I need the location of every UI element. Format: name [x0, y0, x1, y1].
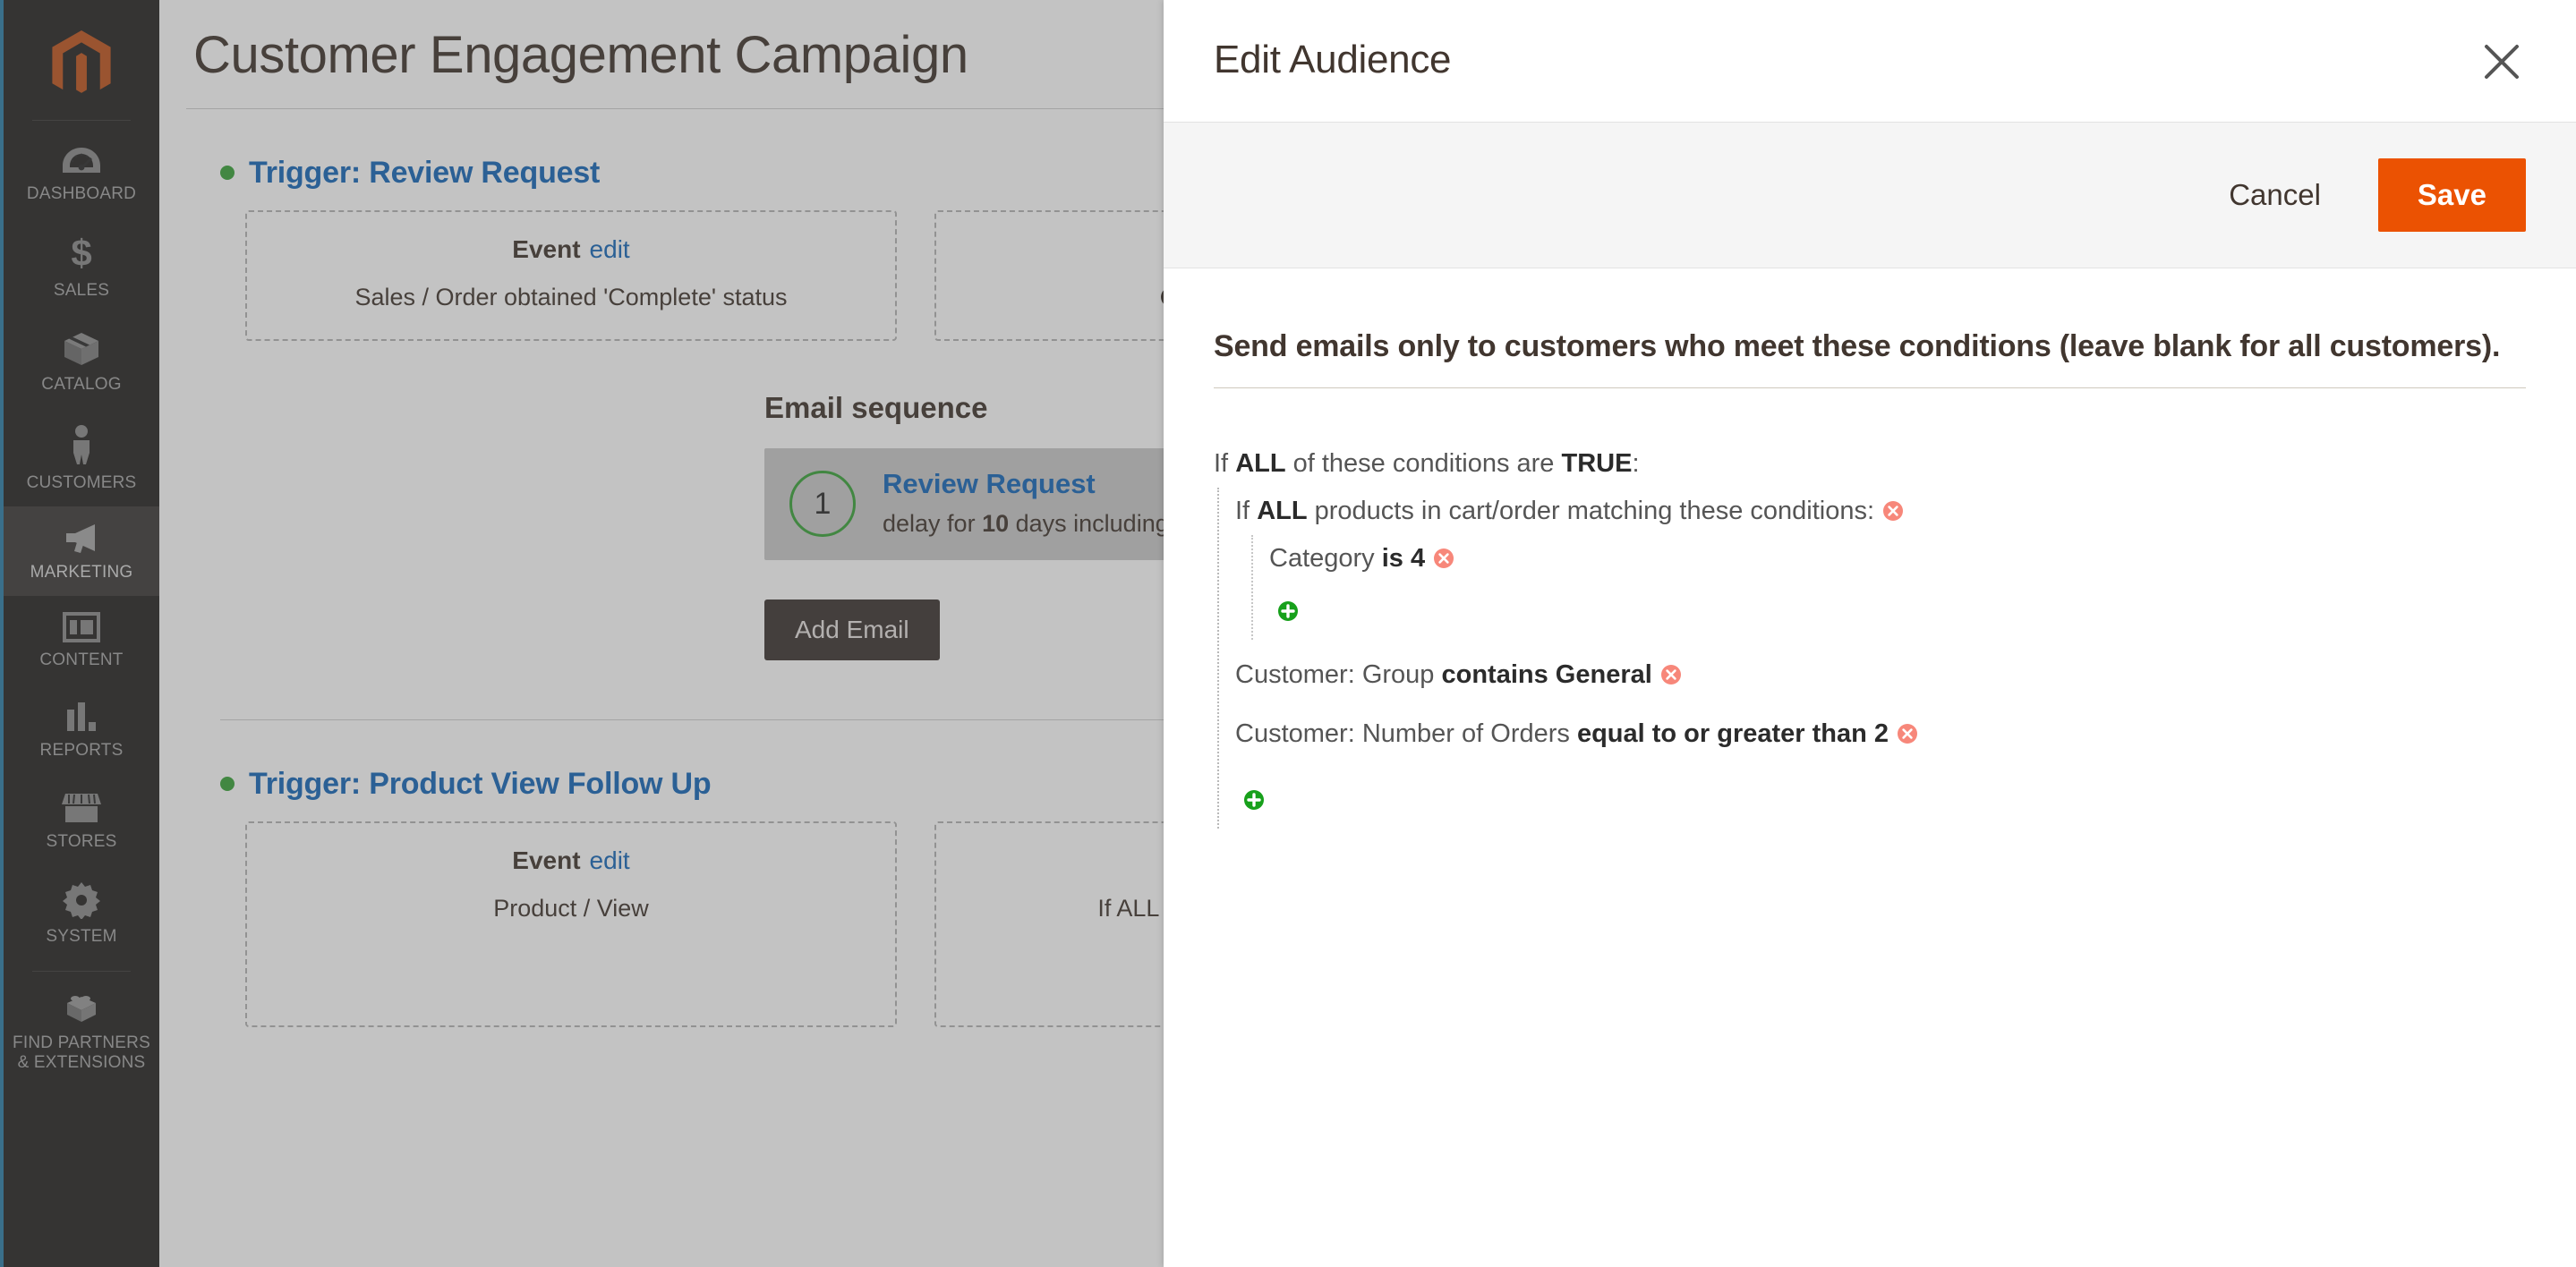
sidebar-item-label: SYSTEM [46, 927, 117, 947]
event-edit-link[interactable]: edit [590, 846, 630, 874]
add-circle-icon[interactable] [1276, 599, 1300, 623]
root-suffix: : [1632, 449, 1640, 478]
sidebar-item-reports[interactable]: REPORTS [4, 685, 159, 774]
sidebar-item-label: CATALOG [41, 374, 122, 394]
sidebar-item-system[interactable]: SYSTEM [4, 865, 159, 960]
person-icon [68, 424, 95, 465]
sidebar-item-label: MARKETING [30, 563, 133, 582]
condition-value[interactable]: 4 [1411, 544, 1425, 573]
sidebar-item-catalog[interactable]: CATALOG [4, 315, 159, 408]
sidebar-item-label: STORES [46, 831, 117, 851]
event-card-title: Event edit [267, 846, 875, 875]
group-text: products in cart/order matching these co… [1314, 496, 1875, 525]
remove-circle-icon[interactable] [1432, 547, 1455, 570]
trigger-title[interactable]: Trigger: Product View Follow Up [249, 767, 712, 802]
condition-attribute[interactable]: Category [1269, 544, 1375, 573]
sidebar-item-label: CUSTOMERS [26, 472, 137, 492]
layout-panel-icon [63, 612, 100, 643]
dollar-sign-icon: $ [68, 234, 95, 273]
close-icon[interactable] [2478, 38, 2526, 86]
email-step-badge: 1 [789, 471, 856, 538]
sidebar-item-content[interactable]: CONTENT [4, 596, 159, 684]
event-card-text: Product / View [493, 894, 649, 922]
sidebar-item-marketing[interactable]: MARKETING [4, 506, 159, 597]
condition-value[interactable]: 2 [1874, 719, 1889, 748]
condition-attribute[interactable]: Customer: Group [1235, 660, 1434, 689]
sidebar-divider-bottom [32, 971, 131, 973]
conditions-tree: If ALL of these conditions are TRUE: If … [1214, 440, 2526, 829]
sidebar-divider-top [32, 120, 131, 121]
sidebar-item-label: REPORTS [39, 740, 124, 760]
conditions-divider [1214, 387, 2526, 388]
event-card[interactable]: Event edit Sales / Order obtained 'Comple… [245, 209, 897, 342]
status-dot-icon [220, 166, 235, 181]
root-aggregator[interactable]: ALL [1235, 449, 1285, 478]
email-delay-value: 10 [982, 510, 1010, 538]
add-email-button[interactable]: Add Email [764, 599, 940, 660]
conditions-heading: Send emails only to customers who meet t… [1214, 329, 2501, 363]
sidebar-item-customers[interactable]: CUSTOMERS [4, 408, 159, 506]
condition-value[interactable]: General [1556, 660, 1652, 689]
group-prefix: If [1235, 496, 1250, 525]
condition-operator[interactable]: equal to or greater than [1577, 719, 1867, 748]
root-middle: of these conditions are [1292, 449, 1555, 478]
gear-icon [63, 881, 100, 920]
sidebar-item-label: SALES [53, 281, 110, 301]
event-card-title-label: Event [512, 846, 581, 874]
email-meta-prefix: delay for [883, 510, 983, 538]
sidebar: DASHBOARD $ SALES CATALOG CUSTOMERS MARK… [0, 0, 159, 1267]
condition-operator[interactable]: contains [1441, 660, 1548, 689]
condition-group-level1: If ALL products in cart/order matching t… [1217, 487, 2526, 829]
dashboard-gauge-icon [61, 146, 102, 176]
sidebar-item-label: DASHBOARD [26, 184, 137, 203]
condition-row-customer-group: Customer: Group contains General [1235, 640, 2526, 699]
modal-header: Edit Audience [1164, 0, 2576, 122]
lego-brick-icon [62, 991, 101, 1025]
sidebar-item-sales[interactable]: $ SALES [4, 217, 159, 314]
add-circle-icon[interactable] [1242, 788, 1266, 812]
event-edit-link[interactable]: edit [590, 235, 630, 263]
svg-text:$: $ [71, 234, 91, 273]
condition-root-line: If ALL of these conditions are TRUE: [1214, 440, 2526, 488]
megaphone-icon [61, 523, 102, 555]
sidebar-item-dashboard[interactable]: DASHBOARD [4, 130, 159, 217]
modal-title: Edit Audience [1214, 38, 1452, 81]
condition-operator[interactable]: is [1382, 544, 1403, 573]
sidebar-item-label: FIND PARTNERS & EXTENSIONS [13, 1033, 150, 1072]
cancel-button[interactable]: Cancel [2198, 164, 2351, 226]
status-dot-icon [220, 777, 235, 792]
modal-body: Send emails only to customers who meet t… [1164, 268, 2576, 829]
event-card[interactable]: Event edit Product / View [245, 821, 897, 1027]
condition-row-category: Category is 4 [1269, 535, 2526, 582]
sidebar-item-stores[interactable]: STORES [4, 774, 159, 865]
edit-audience-modal: Edit Audience Cancel Save Send emails on… [1164, 0, 2576, 1267]
remove-circle-icon[interactable] [1881, 499, 1905, 523]
remove-circle-icon[interactable] [1659, 663, 1683, 686]
condition-products-group: If ALL products in cart/order matching t… [1235, 488, 2526, 535]
condition-attribute[interactable]: Customer: Number of Orders [1235, 719, 1570, 748]
modal-action-bar: Cancel Save [1164, 122, 2576, 268]
condition-group-level2: Category is 4 [1251, 534, 2526, 641]
root-prefix: If [1214, 449, 1229, 478]
event-card-text: Sales / Order obtained 'Complete' status [354, 283, 788, 310]
magento-logo[interactable] [4, 13, 159, 120]
add-condition-row-root [1235, 758, 2526, 829]
box-icon [63, 331, 100, 367]
sidebar-item-find-partners[interactable]: FIND PARTNERS & EXTENSIONS [4, 975, 159, 1086]
bar-chart-icon [64, 701, 99, 733]
remove-circle-icon[interactable] [1896, 722, 1919, 745]
group-aggregator[interactable]: ALL [1257, 497, 1307, 525]
trigger-title[interactable]: Trigger: Review Request [249, 156, 600, 191]
add-condition-row-nested [1269, 582, 2526, 640]
storefront-icon [62, 790, 101, 824]
condition-row-number-of-orders: Customer: Number of Orders equal to or g… [1235, 699, 2526, 758]
save-button[interactable]: Save [2377, 158, 2526, 232]
root-value[interactable]: TRUE [1562, 449, 1633, 478]
app-root: DASHBOARD $ SALES CATALOG CUSTOMERS MARK… [0, 0, 2576, 1267]
event-card-title-label: Event [512, 234, 581, 263]
event-card-title: Event edit [267, 235, 875, 264]
sidebar-item-label: CONTENT [39, 651, 124, 670]
